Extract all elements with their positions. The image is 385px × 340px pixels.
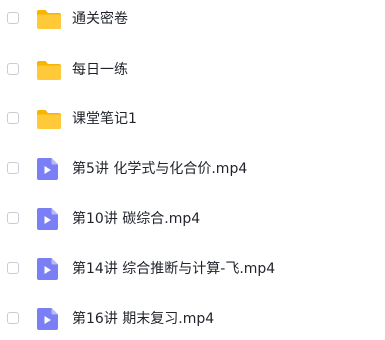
select-checkbox[interactable]	[7, 212, 19, 224]
select-checkbox[interactable]	[7, 112, 19, 124]
file-name[interactable]: 通关密卷	[72, 8, 128, 30]
select-checkbox[interactable]	[7, 162, 19, 174]
file-name[interactable]: 每日一练	[72, 59, 128, 81]
file-name[interactable]: 第16讲 期末复习.mp4	[72, 308, 214, 330]
video-file-icon	[36, 308, 62, 330]
folder-icon	[36, 8, 62, 30]
select-checkbox[interactable]	[7, 312, 19, 324]
file-name[interactable]: 第5讲 化学式与化合价.mp4	[72, 158, 247, 180]
select-checkbox[interactable]	[7, 12, 19, 24]
select-checkbox[interactable]	[7, 262, 19, 274]
select-checkbox[interactable]	[7, 63, 19, 75]
list-item-video[interactable]: 第16讲 期末复习.mp4	[0, 300, 385, 340]
file-name[interactable]: 第10讲 碳综合.mp4	[72, 208, 200, 230]
file-list: 通关密卷 每日一练 课堂笔记1 第5讲 化学式与化合价.mp4 第10讲 碳综合…	[0, 0, 385, 330]
video-file-icon	[36, 158, 62, 180]
video-file-icon	[36, 208, 62, 230]
file-name[interactable]: 第14讲 综合推断与计算-飞.mp4	[72, 258, 275, 280]
folder-icon	[36, 59, 62, 81]
list-item-folder[interactable]: 每日一练	[0, 51, 385, 91]
list-item-video[interactable]: 第10讲 碳综合.mp4	[0, 200, 385, 240]
file-name[interactable]: 课堂笔记1	[72, 108, 137, 130]
video-file-icon	[36, 258, 62, 280]
list-item-folder[interactable]: 通关密卷	[0, 0, 385, 40]
list-item-video[interactable]: 第5讲 化学式与化合价.mp4	[0, 150, 385, 190]
list-item-folder[interactable]: 课堂笔记1	[0, 100, 385, 140]
folder-icon	[36, 108, 62, 130]
list-item-video[interactable]: 第14讲 综合推断与计算-飞.mp4	[0, 250, 385, 290]
